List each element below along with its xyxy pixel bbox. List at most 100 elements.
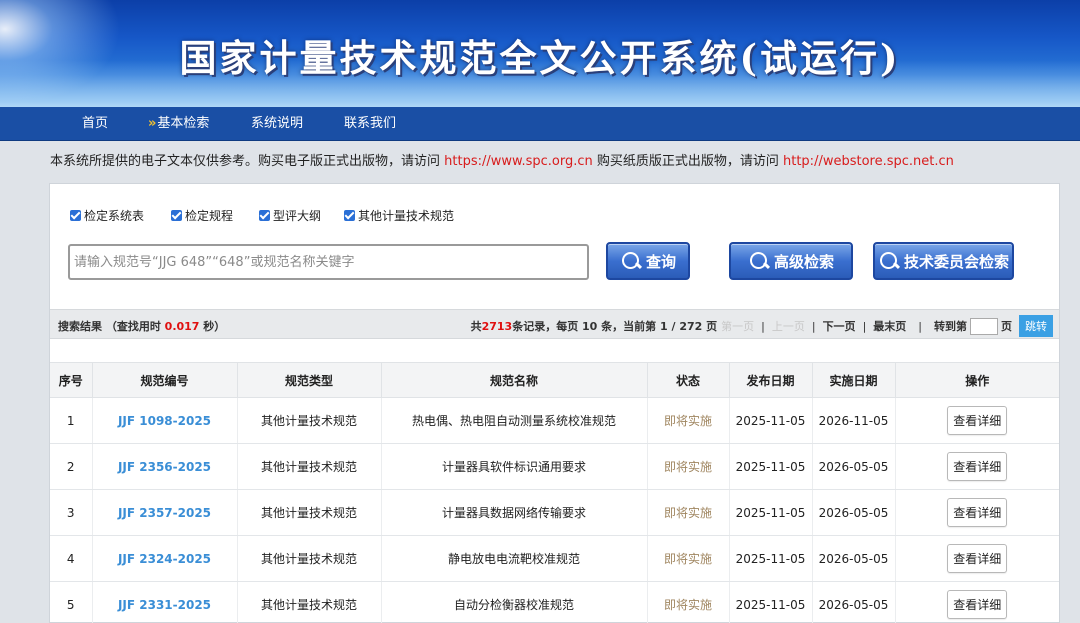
active-marker-icon: »: [148, 116, 157, 131]
next-page-link[interactable]: 下一页: [823, 318, 856, 334]
query-button[interactable]: 查询: [606, 242, 690, 280]
search-icon: [878, 250, 900, 272]
webstore-link[interactable]: http://webstore.spc.net.cn: [783, 154, 954, 169]
cell-status: 即将实施: [647, 489, 730, 536]
table-row: 2 JJF 2356-2025 其他计量技术规范 计量器具软件标识通用要求 即将…: [50, 443, 1059, 490]
cell-name: 计量器具数据网络传输要求: [381, 489, 648, 536]
goto-suffix: 页: [1001, 320, 1012, 333]
page-number-input[interactable]: [970, 317, 998, 335]
cell-publish-date: 2025-11-05: [729, 443, 813, 490]
view-detail-button[interactable]: 查看详细: [947, 544, 1008, 573]
nav-item-system-info[interactable]: 系统说明: [251, 107, 303, 141]
search-time: 0.017: [164, 320, 200, 333]
separator: |: [761, 319, 765, 333]
jump-button[interactable]: 跳转: [1019, 315, 1053, 337]
committee-search-label: 技术委员会检索: [903, 252, 1009, 271]
checkbox-checked-icon[interactable]: [259, 210, 270, 221]
prev-page-link: 上一页: [771, 320, 805, 333]
notice-text: 本系统所提供的电子文本仅供参考。购买电子版正式出版物，请访问: [50, 154, 445, 169]
goto-prefix: 转到第: [934, 320, 967, 333]
cell-publish-date: 2025-11-05: [729, 489, 813, 536]
nav-item-contact[interactable]: 联系我们: [344, 107, 396, 141]
cell-type: 其他计量技术规范: [237, 535, 382, 582]
cell-effective-date: 2026-05-05: [812, 535, 896, 582]
filter-label: 型评大纲: [273, 209, 322, 223]
col-header-status: 状态: [647, 362, 730, 398]
cell-name: 静电放电电流靶校准规范: [381, 535, 648, 582]
table-row: 3 JJF 2357-2025 其他计量技术规范 计量器具数据网络传输要求 即将…: [50, 489, 1059, 536]
cell-no: 1: [50, 397, 93, 444]
col-header-no: 序号: [50, 362, 93, 398]
cell-action: 查看详细: [895, 397, 1059, 444]
search-panel: 检定系统表 检定规程 型评大纲 其他计量技术规范 查询 高级检索 技术委员会检索…: [49, 183, 1060, 623]
result-suffix: 秒）: [199, 320, 226, 333]
cell-code-link[interactable]: JJF 2331-2025: [92, 581, 238, 623]
cell-status: 即将实施: [647, 397, 730, 444]
nav-item-basic-search[interactable]: »基本检索: [148, 107, 209, 141]
view-detail-button[interactable]: 查看详细: [947, 452, 1008, 481]
checkbox-checked-icon[interactable]: [171, 210, 182, 221]
filter-other-specs[interactable]: 其他计量技术规范: [344, 207, 454, 224]
cell-code-link[interactable]: JJF 2357-2025: [92, 489, 238, 536]
col-header-type: 规范类型: [237, 362, 382, 398]
cell-type: 其他计量技术规范: [237, 443, 382, 490]
separator: |: [811, 319, 816, 333]
cell-effective-date: 2026-05-05: [812, 443, 896, 490]
result-bar: 搜索结果 （查找用时 0.017 秒） 共 2713 条记录，每页 10 条，当前第…: [50, 309, 1059, 339]
nav-item-home[interactable]: 首页: [82, 107, 108, 141]
separator: |: [918, 319, 922, 333]
search-icon: [748, 250, 770, 272]
cell-publish-date: 2025-11-05: [729, 397, 813, 444]
cell-name: 自动分检衡器校准规范: [381, 581, 648, 623]
cell-no: 2: [50, 443, 93, 490]
cell-code-link[interactable]: JJF 1098-2025: [92, 397, 238, 444]
site-banner: 国家计量技术规范全文公开系统(试运行): [0, 0, 1080, 107]
table-header-row: 序号 规范编号 规范类型 规范名称 状态 发布日期 实施日期 操作: [50, 362, 1059, 398]
filter-pattern-evaluation[interactable]: 型评大纲: [259, 207, 321, 224]
main-nav: 首页 »基本检索 系统说明 联系我们: [0, 107, 1080, 141]
filter-verification-system-table[interactable]: 检定系统表: [70, 207, 144, 224]
cell-no: 3: [50, 489, 93, 536]
advanced-search-button[interactable]: 高级检索: [729, 242, 853, 280]
cell-effective-date: 2026-11-05: [812, 397, 896, 444]
committee-search-button[interactable]: 技术委员会检索: [873, 242, 1014, 280]
cell-no: 4: [50, 535, 93, 582]
cell-code-link[interactable]: JJF 2356-2025: [92, 443, 238, 490]
spc-link[interactable]: https://www.spc.org.cn: [444, 154, 593, 169]
result-summary: 搜索结果 （查找用时 0.017 秒）: [58, 318, 225, 334]
cell-publish-date: 2025-11-05: [729, 581, 813, 623]
view-detail-button[interactable]: 查看详细: [947, 406, 1008, 435]
col-header-publish-date: 发布日期: [729, 362, 813, 398]
search-input[interactable]: [68, 244, 589, 280]
cell-publish-date: 2025-11-05: [729, 535, 813, 582]
filter-label: 检定规程: [185, 209, 234, 223]
advanced-search-label: 高级检索: [773, 252, 834, 271]
search-icon: [620, 250, 642, 272]
view-detail-button[interactable]: 查看详细: [947, 498, 1008, 527]
query-label: 查询: [645, 252, 676, 271]
cell-status: 即将实施: [647, 535, 730, 582]
col-header-action: 操作: [895, 362, 1059, 398]
cell-status: 即将实施: [647, 581, 730, 623]
cell-type: 其他计量技术规范: [237, 489, 382, 536]
cell-code-link[interactable]: JJF 2324-2025: [92, 535, 238, 582]
checkbox-checked-icon[interactable]: [344, 210, 355, 221]
view-detail-button[interactable]: 查看详细: [947, 590, 1008, 619]
nav-item-label: 基本检索: [157, 116, 210, 131]
table-row: 4 JJF 2324-2025 其他计量技术规范 静电放电电流靶校准规范 即将实…: [50, 535, 1059, 582]
last-page-link[interactable]: 最末页: [873, 318, 906, 334]
filter-label: 其他计量技术规范: [358, 209, 455, 223]
cell-action: 查看详细: [895, 535, 1059, 582]
filter-verification-regulation[interactable]: 检定规程: [171, 207, 233, 224]
table-row: 1 JJF 1098-2025 其他计量技术规范 热电偶、热电阻自动测量系统校准…: [50, 397, 1059, 444]
cell-action: 查看详细: [895, 489, 1059, 536]
nav-item-label: 联系我们: [344, 116, 397, 131]
site-title: 国家计量技术规范全文公开系统(试运行): [179, 36, 901, 80]
filter-label: 检定系统表: [84, 209, 145, 223]
cell-effective-date: 2026-05-05: [812, 581, 896, 623]
cell-no: 5: [50, 581, 93, 623]
checkbox-checked-icon[interactable]: [70, 210, 81, 221]
col-header-effective-date: 实施日期: [812, 362, 896, 398]
cell-status: 即将实施: [647, 443, 730, 490]
cell-name: 热电偶、热电阻自动测量系统校准规范: [381, 397, 648, 444]
